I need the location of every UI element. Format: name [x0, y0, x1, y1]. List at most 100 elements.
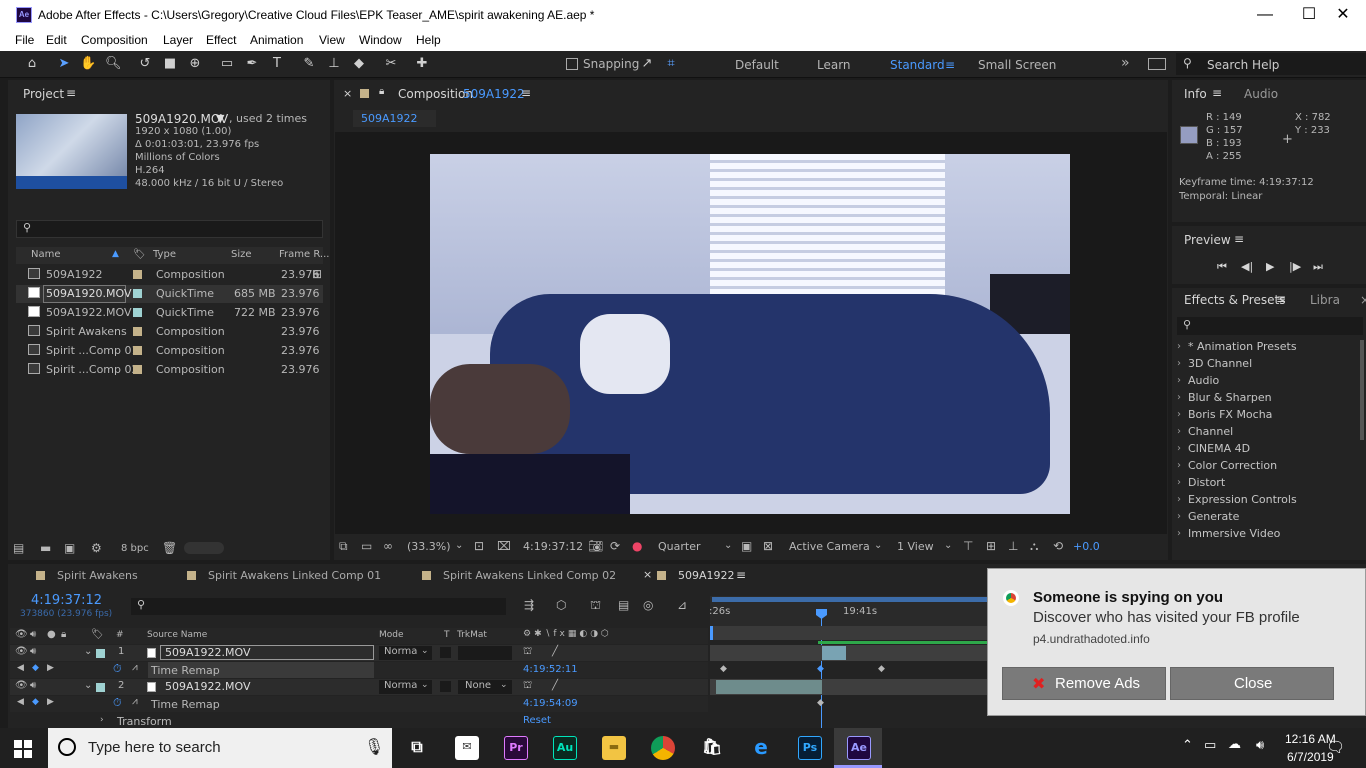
chevron-right-icon[interactable]: ›	[100, 715, 104, 725]
puppet-tool-icon[interactable]: ✚	[414, 56, 430, 72]
chevron-right-icon[interactable]: ›	[1177, 409, 1181, 420]
search-help-field[interactable]: ⚲ Search Help	[1176, 53, 1366, 75]
taskbar-search-box[interactable]: Type here to search 🎙︎	[48, 728, 392, 768]
workspace-menu-icon[interactable]: ≡	[945, 58, 955, 72]
comp-timecode[interactable]: 4:19:37:12	[523, 540, 583, 553]
chevron-down-icon[interactable]: ⌄	[874, 540, 882, 551]
flowchart-icon[interactable]: ⛬	[1030, 539, 1038, 554]
effect-category[interactable]: CINEMA 4D	[1188, 442, 1250, 455]
keyframe-icon[interactable]: ◆	[817, 698, 824, 708]
chevron-right-icon[interactable]: ›	[1177, 443, 1181, 454]
close-tab-icon[interactable]: ×	[343, 87, 352, 100]
label-swatch[interactable]	[133, 289, 142, 298]
audio-icon[interactable]: 🔊︎	[30, 646, 36, 657]
snap-option-icon[interactable]: ↗	[639, 56, 655, 72]
column-name[interactable]: Name	[31, 249, 61, 260]
close-popup-button[interactable]: Close	[1170, 667, 1334, 700]
info-tab[interactable]: Info	[1184, 87, 1207, 101]
graph-icon[interactable]: ⩘	[132, 662, 138, 673]
pan-behind-tool-icon[interactable]: ⊕	[187, 56, 203, 72]
footage-name[interactable]: 509A1920.MOV	[135, 112, 228, 126]
premiere-icon[interactable]: Pr	[504, 736, 528, 760]
menu-view[interactable]: View	[319, 33, 345, 47]
chevron-right-icon[interactable]: ›	[1177, 477, 1181, 488]
effect-category[interactable]: Generate	[1188, 510, 1239, 523]
toggle-pixel-icon[interactable]: ⊤	[963, 539, 973, 553]
zoom-tool-icon[interactable]: 🔍︎	[105, 56, 122, 72]
label-swatch[interactable]	[133, 346, 142, 355]
workspace-default[interactable]: Default	[735, 58, 779, 72]
effect-category[interactable]: Color Correction	[1188, 459, 1277, 472]
chevron-down-icon[interactable]: ⌄	[455, 540, 463, 551]
snap-grid-icon[interactable]: ⌗	[663, 56, 679, 72]
track-matte-select[interactable]: None ⌄	[458, 680, 512, 694]
draft-3d-icon[interactable]: ⬡	[556, 598, 566, 612]
effects-search-field[interactable]: ⚲	[1177, 317, 1363, 335]
layer-1-bar[interactable]	[822, 646, 846, 660]
timeline-icon[interactable]: ⊥	[1008, 539, 1018, 553]
next-keyframe-icon[interactable]: ▶	[47, 663, 54, 673]
flowchart-icon[interactable]: ⊞	[312, 267, 322, 281]
chevron-right-icon[interactable]: ›	[1177, 528, 1181, 539]
add-keyframe-icon[interactable]: ◆	[32, 663, 39, 673]
volume-icon[interactable]: 🔊︎	[1256, 738, 1264, 753]
chevron-right-icon[interactable]: ›	[1177, 426, 1181, 437]
chevron-right-icon[interactable]: ›	[1177, 494, 1181, 505]
internet-explorer-icon[interactable]: e	[749, 736, 773, 760]
menu-effect[interactable]: Effect	[206, 33, 236, 47]
chevron-right-icon[interactable]: ›	[1177, 375, 1181, 386]
transparency-grid-icon[interactable]: ⊠	[763, 539, 773, 553]
graph-editor-icon[interactable]: ⊿	[677, 598, 687, 612]
menu-help[interactable]: Help	[416, 33, 441, 47]
region-of-interest-icon[interactable]: ▣	[741, 539, 752, 553]
menu-layer[interactable]: Layer	[163, 33, 193, 47]
panel-menu-icon[interactable]: ≡	[1212, 86, 1222, 100]
menu-composition[interactable]: Composition	[81, 33, 148, 47]
timeline-tab[interactable]: Spirit Awakens	[57, 569, 138, 582]
project-tab[interactable]: Project	[23, 87, 64, 101]
home-icon[interactable]: ⌂	[24, 56, 40, 72]
type-tool-icon[interactable]: T	[269, 56, 285, 72]
more-workspaces-icon[interactable]: »	[1121, 55, 1130, 71]
source-name-header[interactable]: Source Name	[147, 630, 207, 640]
after-effects-icon[interactable]: Ae	[847, 736, 871, 760]
shy-switch-icon[interactable]: ⛫	[523, 680, 532, 693]
libraries-tab[interactable]: Libra	[1310, 293, 1340, 307]
keyframe-icon[interactable]: ◆	[878, 664, 885, 674]
workspace-learn[interactable]: Learn	[817, 58, 851, 72]
vr-icon[interactable]: ∞	[383, 539, 393, 553]
reset-link[interactable]: Reset	[523, 715, 551, 726]
panel-menu-icon[interactable]: ≡	[66, 86, 76, 100]
roto-brush-tool-icon[interactable]: ✂	[383, 56, 399, 72]
snapping-checkbox[interactable]	[566, 58, 578, 70]
layer-2-bar[interactable]	[716, 680, 822, 694]
close-window-button[interactable]: ✕	[1320, 4, 1366, 28]
reset-exposure-icon[interactable]: ⟲	[1053, 539, 1063, 553]
remove-ads-button[interactable]: ✖ Remove Ads	[1002, 667, 1166, 700]
trash-icon[interactable]: 🗑︎	[162, 541, 177, 555]
search-help-toggle-icon[interactable]	[1148, 58, 1166, 70]
effect-category[interactable]: Distort	[1188, 476, 1225, 489]
shy-layers-icon[interactable]: ⛫	[590, 598, 601, 614]
photoshop-icon[interactable]: Ps	[798, 736, 822, 760]
audio-tab[interactable]: Audio	[1244, 87, 1278, 101]
effect-category[interactable]: Boris FX Mocha	[1188, 408, 1272, 421]
effect-category[interactable]: Channel	[1188, 425, 1233, 438]
workspace-standard[interactable]: Standard	[890, 58, 945, 72]
preserve-transparency-toggle[interactable]	[440, 647, 451, 658]
play-icon[interactable]: ▶	[1266, 260, 1274, 273]
close-tab-icon[interactable]: ×	[1360, 293, 1366, 307]
label-swatch[interactable]	[133, 270, 142, 279]
microphone-icon[interactable]: 🎙︎	[364, 737, 384, 756]
project-settings-icon[interactable]: ⚙	[91, 541, 102, 555]
blend-mode-select[interactable]: Norma ⌄	[379, 646, 432, 660]
layer-name[interactable]: 509A1922.MOV	[165, 680, 251, 693]
preserve-transparency-toggle[interactable]	[440, 681, 451, 692]
lock-icon[interactable]: 🔒︎	[379, 86, 384, 97]
preview-tab[interactable]: Preview	[1184, 233, 1231, 247]
next-frame-icon[interactable]: |▶	[1289, 260, 1301, 273]
snapshot-icon[interactable]: 📷︎	[588, 539, 603, 553]
effect-category[interactable]: Audio	[1188, 374, 1219, 387]
close-tab-icon[interactable]: ×	[643, 568, 652, 581]
audio-icon[interactable]: 🔊︎	[30, 680, 36, 691]
